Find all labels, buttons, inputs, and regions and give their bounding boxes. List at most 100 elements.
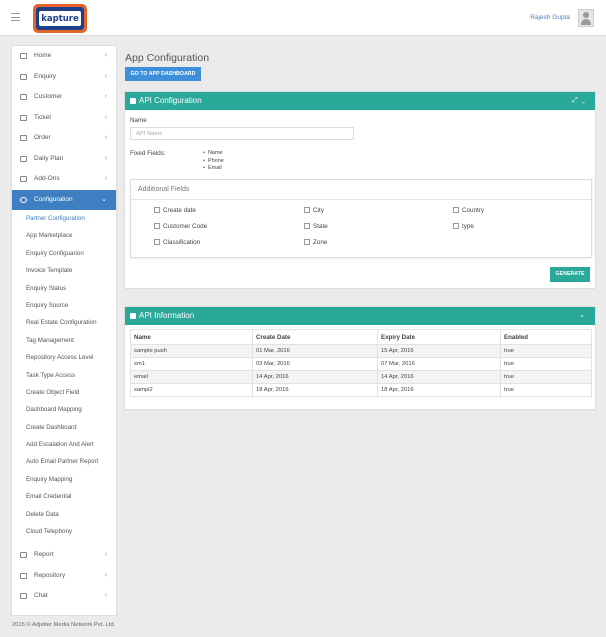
kapture-logo[interactable]: kapture — [33, 4, 87, 33]
sidebar-subitem-repository-access-level[interactable]: Repository Access Level — [12, 349, 116, 366]
checkbox-type[interactable]: type — [453, 223, 474, 230]
chevron-left-icon: ‹ — [104, 72, 107, 80]
sidebar-subitem-add-escalation-and-alert[interactable]: Add Escalation And Alert — [12, 436, 116, 453]
expand-icon[interactable]: ⤢ — [572, 97, 582, 104]
checkbox-icon[interactable] — [154, 207, 160, 213]
checkbox-classification[interactable]: Classification — [154, 239, 200, 246]
repository-icon — [20, 572, 27, 579]
chevron-down-icon: ⌄ — [101, 195, 107, 203]
sidebar-item-chat[interactable]: Chat ‹ — [12, 586, 116, 607]
table-row[interactable]: sample push 01 Mar, 2016 15 Apr, 2016 tr… — [130, 344, 592, 358]
sidebar-subitem-cloud-telephony[interactable]: Cloud Telephony — [12, 523, 116, 540]
cell-create-date: 01 Mar, 2016 — [252, 344, 378, 358]
report-icon — [20, 552, 27, 559]
sidebar-item-repository[interactable]: Repository ‹ — [12, 566, 116, 587]
user-avatar-icon[interactable] — [578, 9, 594, 27]
column-header-name[interactable]: Name — [130, 329, 253, 345]
ticket-icon — [20, 114, 27, 121]
api-configuration-header: API Configuration ⤢⌄ — [125, 92, 595, 110]
sidebar-item-ticket[interactable]: Ticket ‹ — [12, 108, 116, 129]
sidebar-item-customer[interactable]: Customer ‹ — [12, 87, 116, 108]
chevron-left-icon: ‹ — [104, 134, 107, 141]
order-icon — [20, 135, 27, 141]
column-header-enabled[interactable]: Enabled — [500, 329, 592, 345]
collapse-chevron-icon[interactable]: ⌄ — [579, 312, 589, 319]
list-icon — [130, 313, 136, 319]
fixed-field: Phone — [203, 158, 224, 166]
sidebar-subitem-create-dashboard[interactable]: Create Dashboard — [12, 419, 116, 436]
sidebar-subitem-enquiry-status[interactable]: Enquiry Status — [12, 280, 116, 297]
sidebar-item-order[interactable]: Order ‹ — [12, 128, 116, 149]
api-configuration-panel: API Configuration ⤢⌄ Name Fixed Fields: … — [124, 91, 596, 289]
sidebar-subitem-real-estate-configuration[interactable]: Real Estate Configuration — [12, 314, 116, 331]
cell-enabled: true — [500, 383, 592, 397]
cell-create-date: 03 Mar, 2016 — [252, 357, 378, 371]
checkbox-icon[interactable] — [453, 223, 459, 229]
sidebar-subitem-enquiry-configuarion[interactable]: Enquiry Configuarion — [12, 245, 116, 262]
user-name[interactable]: Rajesh Gupta — [530, 14, 570, 21]
checkbox-create-date[interactable]: Create date — [154, 207, 196, 214]
cell-name: sm1 — [130, 357, 253, 371]
sidebar-subitem-create-object-field[interactable]: Create Object Field — [12, 384, 116, 401]
checkbox-icon[interactable] — [304, 207, 310, 213]
sidebar-subitem-invoice-template[interactable]: Invoice Template — [12, 262, 116, 279]
generate-button[interactable]: GENERATE — [550, 267, 590, 282]
checkbox-city[interactable]: City — [304, 207, 324, 214]
sidebar-item-daily-plan[interactable]: Daily Plan ‹ — [12, 149, 116, 170]
table-row[interactable]: sm1 03 Mar, 2016 07 Mar, 2016 true — [130, 357, 592, 371]
sidebar-subitem-delete-data[interactable]: Delete Data — [12, 506, 116, 523]
checkbox-icon[interactable] — [154, 223, 160, 229]
table-row[interactable]: sampl2 18 Apr, 2016 18 Apr, 2016 true — [130, 383, 592, 397]
checkbox-icon[interactable] — [154, 239, 160, 245]
calendar-icon — [20, 155, 27, 162]
checkbox-country[interactable]: Country — [453, 207, 484, 214]
sidebar-subitem-dashboard-mapping[interactable]: Dashboard Mapping — [12, 401, 116, 418]
chevron-left-icon: ‹ — [104, 551, 107, 559]
sidebar-subitem-partner-configuration[interactable]: Partner Configuration — [12, 210, 116, 227]
sidebar-item-add-ons[interactable]: Add-Ons ‹ — [12, 169, 116, 190]
cell-create-date: 18 Apr, 2016 — [252, 383, 378, 397]
api-information-table: Name Create Date Expiry Date Enabled sam… — [130, 329, 592, 397]
cell-expiry-date: 07 Mar, 2016 — [377, 357, 501, 371]
sidebar-item-enquiry[interactable]: Enquiry ‹ — [12, 67, 116, 88]
sidebar-item-home[interactable]: Home ‹ — [12, 46, 116, 67]
sidebar-subitem-app-marketplace[interactable]: App Marketplace — [12, 227, 116, 244]
column-header-create-date[interactable]: Create Date — [252, 329, 378, 345]
name-label: Name — [130, 117, 147, 124]
checkbox-zone[interactable]: Zone — [304, 239, 327, 246]
sidebar: Home ‹ Enquiry ‹ Customer ‹ Ticket ‹ Order ‹ … — [11, 45, 117, 616]
checkbox-customer-code[interactable]: Customer Code — [154, 223, 207, 230]
checkbox-state[interactable]: State — [304, 223, 328, 230]
checkbox-icon[interactable] — [304, 223, 310, 229]
addons-icon — [20, 176, 27, 182]
checkbox-icon[interactable] — [304, 239, 310, 245]
hamburger-menu-icon[interactable] — [11, 13, 20, 21]
chevron-left-icon: ‹ — [104, 175, 107, 182]
sidebar-subitem-enquiry-source[interactable]: Enquiry Source — [12, 297, 116, 314]
top-bar: kapture Rajesh Gupta — [0, 0, 606, 36]
api-name-input[interactable] — [130, 127, 354, 140]
cell-enabled: true — [500, 370, 592, 384]
fixed-fields-list: Name Phone Email — [203, 150, 224, 173]
sidebar-subitem-enquiry-mapping[interactable]: Enquiry Mapping — [12, 471, 116, 488]
additional-fields-box: Additional Fields Create date City Count… — [130, 179, 592, 258]
sidebar-subitem-tag-management[interactable]: Tag Management — [12, 332, 116, 349]
column-header-expiry-date[interactable]: Expiry Date — [377, 329, 501, 345]
cell-name: sample push — [130, 344, 253, 358]
collapse-chevron-icon[interactable]: ⌄ — [582, 97, 589, 104]
chevron-left-icon: ‹ — [104, 592, 107, 600]
chevron-left-icon: ‹ — [104, 154, 107, 162]
sidebar-item-report[interactable]: Report ‹ — [12, 545, 116, 566]
table-header-row: Name Create Date Expiry Date Enabled — [130, 329, 592, 345]
sidebar-subitem-auto-email-partner-report[interactable]: Auto Email Partner Report — [12, 453, 116, 470]
cell-name: email — [130, 370, 253, 384]
sidebar-subitem-email-credential[interactable]: Email Credential — [12, 488, 116, 505]
chevron-left-icon: ‹ — [104, 113, 107, 121]
sidebar-item-configuration[interactable]: Configuration ⌄ — [12, 189, 116, 210]
table-row[interactable]: email 14 Apr, 2016 14 Apr, 2016 true — [130, 370, 592, 384]
cell-expiry-date: 18 Apr, 2016 — [377, 383, 501, 397]
sidebar-subitem-task-type-access[interactable]: Task Type Access — [12, 367, 116, 384]
checkbox-icon[interactable] — [453, 207, 459, 213]
go-to-app-dashboard-button[interactable]: GO TO APP DASHBOARD — [125, 67, 201, 81]
gear-icon — [20, 196, 27, 203]
